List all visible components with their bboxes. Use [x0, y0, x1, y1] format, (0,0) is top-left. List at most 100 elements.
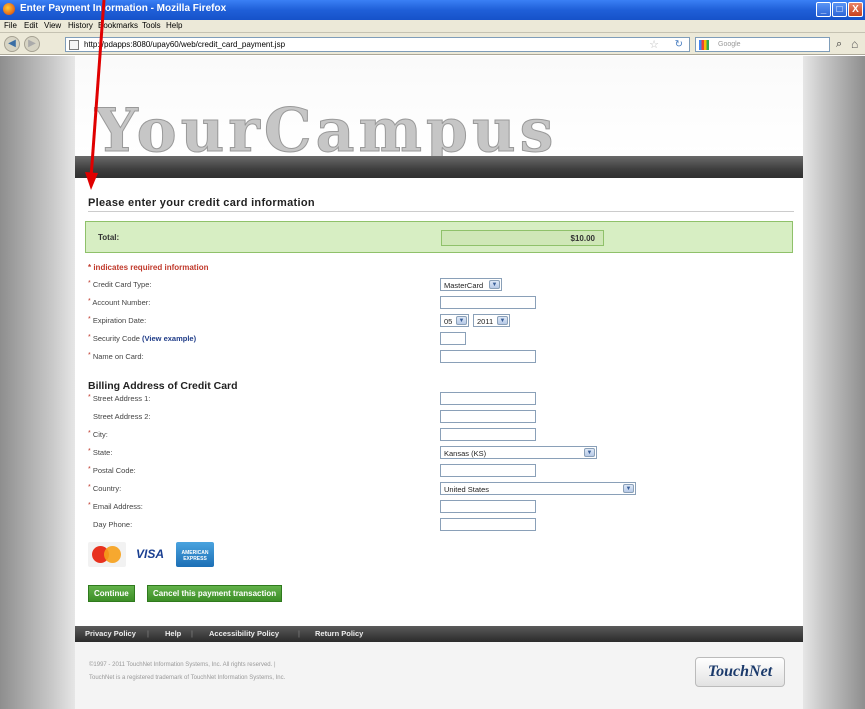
- expiration-label: * Expiration Date:: [88, 316, 147, 325]
- card-type-select[interactable]: MasterCard ▼: [440, 278, 502, 291]
- card-type-value: MasterCard: [444, 281, 484, 290]
- total-panel: Total: $10.00: [85, 221, 793, 253]
- search-placeholder: Google: [718, 41, 741, 48]
- accessibility-policy-link[interactable]: Accessibility Policy: [209, 629, 279, 638]
- privacy-policy-link[interactable]: Privacy Policy: [85, 629, 136, 638]
- city-input[interactable]: [440, 428, 536, 441]
- state-value: Kansas (KS): [444, 449, 487, 458]
- menu-edit[interactable]: Edit: [24, 21, 38, 30]
- page-background-left: [0, 56, 75, 709]
- home-icon[interactable]: ⌂: [851, 37, 858, 51]
- chevron-down-icon: ▼: [497, 316, 508, 325]
- close-button[interactable]: X: [848, 2, 863, 17]
- email-label: * Email Address:: [88, 502, 143, 511]
- window-titlebar: Enter Payment Information - Mozilla Fire…: [0, 0, 865, 20]
- day-phone-input[interactable]: [440, 518, 536, 531]
- maximize-button[interactable]: □: [832, 2, 847, 17]
- menu-bar: File Edit View History Bookmarks Tools H…: [0, 20, 865, 33]
- name-on-card-label: * Name on Card:: [88, 352, 144, 361]
- street2-input[interactable]: [440, 410, 536, 423]
- street2-row: Street Address 2:: [88, 410, 788, 424]
- forward-arrow-icon[interactable]: ▶: [24, 36, 40, 52]
- touchnet-logo: TouchNet: [695, 657, 785, 687]
- footer-separator: |: [298, 629, 300, 638]
- state-row: * State: Kansas (KS) ▼: [88, 446, 788, 460]
- reload-icon[interactable]: ↻: [675, 39, 683, 50]
- total-label: Total:: [98, 233, 120, 242]
- menu-help[interactable]: Help: [166, 21, 182, 30]
- footer-area: ©1997 - 2011 TouchNet Information System…: [75, 642, 803, 709]
- return-policy-link[interactable]: Return Policy: [315, 629, 363, 638]
- city-label: * City:: [88, 430, 108, 439]
- exp-year-select[interactable]: 2011 ▼: [473, 314, 510, 327]
- page-background-right: [803, 56, 865, 709]
- state-select[interactable]: Kansas (KS) ▼: [440, 446, 597, 459]
- payment-page: YourCampus Please enter your credit card…: [75, 56, 803, 709]
- name-on-card-input[interactable]: [440, 350, 536, 363]
- visa-logo: VISA: [131, 542, 169, 567]
- chevron-down-icon: ▼: [489, 280, 500, 289]
- heading-divider: [88, 211, 794, 212]
- name-on-card-row: * Name on Card:: [88, 350, 788, 364]
- bookmark-star-icon[interactable]: ☆: [649, 38, 659, 51]
- account-number-row: * Account Number:: [88, 296, 788, 310]
- address-bar[interactable]: http://pdapps:8080/upay60/web/credit_car…: [65, 37, 690, 52]
- billing-heading: Billing Address of Credit Card: [88, 380, 238, 392]
- total-amount: $10.00: [441, 230, 604, 246]
- security-code-input[interactable]: [440, 332, 466, 345]
- search-icon[interactable]: ⌕: [836, 38, 842, 51]
- minimize-button[interactable]: _: [816, 2, 831, 17]
- menu-tools[interactable]: Tools: [142, 21, 161, 30]
- city-row: * City:: [88, 428, 788, 442]
- country-row: * Country: United States ▼: [88, 482, 788, 496]
- continue-button[interactable]: Continue: [88, 585, 135, 602]
- header-band: [75, 156, 803, 178]
- day-phone-label: Day Phone:: [93, 520, 133, 529]
- country-value: United States: [444, 485, 490, 494]
- country-select[interactable]: United States ▼: [440, 482, 636, 495]
- state-label: * State:: [88, 448, 113, 457]
- back-arrow-icon[interactable]: ◀: [4, 36, 20, 52]
- street1-input[interactable]: [440, 392, 536, 405]
- country-label: * Country:: [88, 484, 122, 493]
- street1-row: * Street Address 1:: [88, 392, 788, 406]
- postal-code-label: * Postal Code:: [88, 466, 136, 475]
- email-row: * Email Address:: [88, 500, 788, 514]
- search-input[interactable]: Google: [695, 37, 830, 52]
- mastercard-logo: [88, 542, 126, 567]
- exp-month-value: 05: [444, 317, 453, 326]
- exp-month-select[interactable]: 05 ▼: [440, 314, 469, 327]
- address-url: http://pdapps:8080/upay60/web/credit_car…: [84, 40, 286, 49]
- chevron-down-icon: ▼: [584, 448, 595, 457]
- footer-nav: Privacy Policy | Help | Accessibility Po…: [75, 626, 803, 642]
- menu-view[interactable]: View: [44, 21, 61, 30]
- footer-separator: |: [191, 629, 193, 638]
- chevron-down-icon: ▼: [456, 316, 467, 325]
- firefox-icon: [3, 3, 15, 15]
- exp-year-value: 2011: [477, 317, 494, 326]
- street1-label: * Street Address 1:: [88, 394, 151, 403]
- postal-code-row: * Postal Code:: [88, 464, 788, 478]
- footer-separator: |: [147, 629, 149, 638]
- day-phone-row: Day Phone:: [88, 518, 788, 532]
- page-title: Please enter your credit card informatio…: [88, 197, 315, 209]
- card-type-label: * Credit Card Type:: [88, 280, 152, 289]
- menu-history[interactable]: History: [68, 21, 93, 30]
- campus-banner: YourCampus: [75, 56, 803, 167]
- postal-code-input[interactable]: [440, 464, 536, 477]
- required-note: * indicates required information: [88, 263, 209, 272]
- copyright-text: ©1997 - 2011 TouchNet Information System…: [89, 662, 276, 668]
- browser-viewport: YourCampus Please enter your credit card…: [0, 56, 865, 709]
- navigation-toolbar: ◀ ▶ http://pdapps:8080/upay60/web/credit…: [0, 33, 865, 55]
- cancel-payment-button[interactable]: Cancel this payment transaction: [147, 585, 283, 602]
- help-link[interactable]: Help: [165, 629, 181, 638]
- page-icon: [69, 40, 79, 50]
- email-input[interactable]: [440, 500, 536, 513]
- amex-logo: AMERICAN EXPRESS: [176, 542, 214, 567]
- window-title: Enter Payment Information - Mozilla Fire…: [20, 3, 227, 14]
- menu-bookmarks[interactable]: Bookmarks: [98, 21, 138, 30]
- view-example-link[interactable]: (View example): [142, 334, 196, 343]
- account-number-input[interactable]: [440, 296, 536, 309]
- menu-file[interactable]: File: [4, 21, 17, 30]
- trademark-text: TouchNet is a registered trademark of To…: [89, 675, 286, 681]
